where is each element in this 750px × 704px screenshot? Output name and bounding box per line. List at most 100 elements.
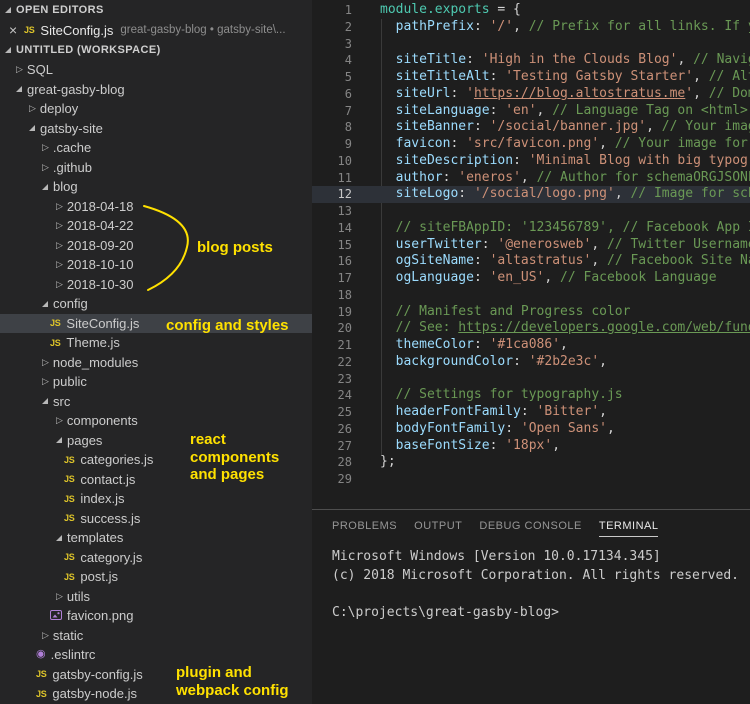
tree-item-label: category.js: [80, 549, 143, 565]
js-file-icon: JS: [64, 493, 75, 504]
code-line-24[interactable]: 24 // Settings for typography.js: [312, 387, 750, 404]
code-line-16[interactable]: 16 ogSiteName: 'altastratus', // Faceboo…: [312, 253, 750, 270]
file-siteconfig.js[interactable]: JS SiteConfig.js: [0, 313, 312, 333]
js-file-icon: JS: [50, 318, 61, 329]
tree-item-label: templates: [67, 530, 124, 546]
tab-problems[interactable]: PROBLEMS: [332, 520, 397, 537]
file-.eslintrc[interactable]: ◉ .eslintrc: [0, 645, 312, 665]
code-line-12[interactable]: 12 siteLogo: '/social/logo.png', // Imag…: [312, 186, 750, 203]
folder-great-gasby-blog[interactable]: great-gasby-blog: [0, 80, 312, 100]
folder-deploy[interactable]: ▷ deploy: [0, 99, 312, 119]
panel-tabs: PROBLEMS OUTPUT DEBUG CONSOLE TERMINAL: [312, 510, 750, 537]
code-line-3[interactable]: 3: [312, 36, 750, 53]
folder-2018-10-10[interactable]: ▷ 2018-10-10: [0, 255, 312, 275]
folder-node-modules[interactable]: ▷ node_modules: [0, 353, 312, 373]
js-file-icon: JS: [50, 337, 61, 348]
tree-item-label: pages: [67, 432, 103, 448]
file-category.js[interactable]: JS category.js: [0, 548, 312, 568]
code-area[interactable]: 1 module.exports = {2 pathPrefix: '/', //…: [312, 0, 750, 488]
file-theme.js[interactable]: JS Theme.js: [0, 333, 312, 353]
chevron-collapsed-icon: ▷: [42, 161, 49, 172]
terminal-output[interactable]: Microsoft Windows [Version 10.0.17134.34…: [312, 537, 750, 622]
file-index.js[interactable]: JS index.js: [0, 489, 312, 509]
code-line-2[interactable]: 2 pathPrefix: '/', // Prefix for all lin…: [312, 19, 750, 36]
folder-templates[interactable]: templates: [0, 528, 312, 548]
folder-2018-09-20[interactable]: ▷ 2018-09-20: [0, 236, 312, 256]
file-gatsby-node.js[interactable]: JS gatsby-node.js: [0, 684, 312, 704]
workspace-header[interactable]: UNTITLED (WORKSPACE): [0, 40, 312, 60]
code-line-18[interactable]: 18: [312, 287, 750, 304]
code-line-20[interactable]: 20 // See: https://developers.google.com…: [312, 320, 750, 337]
code-line-19[interactable]: 19 // Manifest and Progress color: [312, 304, 750, 321]
line-number: 20: [337, 321, 352, 336]
open-editors-header[interactable]: OPEN EDITORS: [0, 0, 312, 20]
folder-2018-10-30[interactable]: ▷ 2018-10-30: [0, 275, 312, 295]
line-content: siteDescription: 'Minimal Blog with big …: [395, 152, 750, 168]
code-line-17[interactable]: 17 ogLanguage: 'en_US', // Facebook Lang…: [312, 270, 750, 287]
folder-.github[interactable]: ▷ .github: [0, 158, 312, 178]
tree-item-label: favicon.png: [67, 608, 134, 624]
code-line-29[interactable]: 29: [312, 471, 750, 488]
folder-2018-04-18[interactable]: ▷ 2018-04-18: [0, 197, 312, 217]
line-number: 21: [337, 338, 352, 352]
code-line-14[interactable]: 14 // siteFBAppID: '123456789', // Faceb…: [312, 220, 750, 237]
code-line-7[interactable]: 7 siteLanguage: 'en', // Language Tag on…: [312, 103, 750, 120]
line-number: 14: [337, 220, 352, 235]
tree-item-label: utils: [66, 588, 91, 604]
code-line-25[interactable]: 25 headerFontFamily: 'Bitter',: [312, 404, 750, 421]
chevron-expanded-icon: [56, 437, 62, 444]
line-number: 10: [337, 153, 352, 168]
tab-terminal[interactable]: TERMINAL: [598, 520, 659, 537]
js-file-icon: JS: [64, 552, 75, 563]
code-line-21[interactable]: 21 themeColor: '#1ca086',: [312, 337, 750, 354]
file-categories.js[interactable]: JS categories.js: [0, 450, 312, 470]
code-line-4[interactable]: 4 siteTitle: 'High in the Clouds Blog', …: [312, 52, 750, 69]
file-contact.js[interactable]: JS contact.js: [0, 470, 312, 490]
tree-item-label: components: [66, 413, 138, 429]
file-favicon.png[interactable]: favicon.png: [0, 606, 312, 626]
folder-config[interactable]: config: [0, 294, 312, 314]
folder-pages[interactable]: pages: [0, 431, 312, 451]
code-line-10[interactable]: 10 siteDescription: 'Minimal Blog with b…: [312, 153, 750, 170]
close-icon[interactable]: ×: [9, 23, 24, 37]
line-content: siteTitle: 'High in the Clouds Blog', //…: [395, 52, 750, 68]
file-post.js[interactable]: JS post.js: [0, 567, 312, 587]
chevron-collapsed-icon: ▷: [42, 376, 49, 387]
folder-src[interactable]: src: [0, 392, 312, 412]
folder-2018-04-22[interactable]: ▷ 2018-04-22: [0, 216, 312, 236]
code-line-28[interactable]: 28};: [312, 454, 750, 471]
file-gatsby-config.js[interactable]: JS gatsby-config.js: [0, 665, 312, 685]
chevron-collapsed-icon: ▷: [56, 415, 63, 426]
folder-components[interactable]: ▷ components: [0, 411, 312, 431]
folder-gatsby-site[interactable]: gatsby-site: [0, 119, 312, 139]
line-number: 7: [344, 103, 352, 118]
code-line-8[interactable]: 8 siteBanner: '/social/banner.jpg', // Y…: [312, 119, 750, 136]
folder-utils[interactable]: ▷ utils: [0, 587, 312, 607]
code-line-6[interactable]: 6 siteUrl: 'https://blog.altostratus.me'…: [312, 86, 750, 103]
open-editor-siteconfig[interactable]: × JS SiteConfig.js great-gasby-blog • ga…: [0, 20, 312, 40]
folder-.cache[interactable]: ▷ .cache: [0, 138, 312, 158]
code-line-27[interactable]: 27 baseFontSize: '18px',: [312, 438, 750, 455]
code-line-15[interactable]: 15 userTwitter: '@enerosweb', // Twitter…: [312, 237, 750, 254]
code-line-9[interactable]: 9 favicon: 'src/favicon.png', // Your im…: [312, 136, 750, 153]
code-line-22[interactable]: 22 backgroundColor: '#2b2e3c',: [312, 354, 750, 371]
code-line-1[interactable]: 1 module.exports = {: [312, 2, 750, 19]
tree-item-label: success.js: [80, 510, 141, 526]
code-line-11[interactable]: 11 author: 'eneros', // Author for schem…: [312, 170, 750, 187]
code-line-26[interactable]: 26 bodyFontFamily: 'Open Sans',: [312, 421, 750, 438]
code-line-13[interactable]: 13: [312, 203, 750, 220]
chevron-collapsed-icon: ▷: [42, 356, 49, 367]
terminal-line: (c) 2018 Microsoft Corporation. All righ…: [332, 567, 739, 583]
line-content: [352, 371, 380, 388]
folder-static[interactable]: ▷ static: [0, 626, 312, 646]
code-line-5[interactable]: 5 siteTitleAlt: 'Testing Gatsby Starter'…: [312, 69, 750, 86]
code-line-23[interactable]: 23: [312, 371, 750, 388]
js-file-icon: JS: [36, 688, 47, 699]
file-success.js[interactable]: JS success.js: [0, 509, 312, 529]
folder-sql[interactable]: ▷ SQL: [0, 60, 312, 80]
folder-blog[interactable]: blog: [0, 177, 312, 197]
chevron-collapsed-icon: ▷: [42, 629, 49, 640]
tab-output[interactable]: OUTPUT: [414, 520, 462, 537]
folder-public[interactable]: ▷ public: [0, 372, 312, 392]
tab-debug-console[interactable]: DEBUG CONSOLE: [479, 520, 581, 537]
